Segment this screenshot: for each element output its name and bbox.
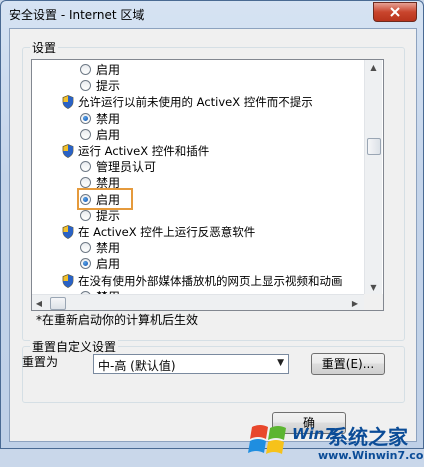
vertical-scroll-thumb[interactable]	[367, 138, 381, 155]
radio-button[interactable]	[80, 128, 91, 140]
radio-option-label: 提示	[96, 79, 121, 94]
scroll-corner	[364, 294, 383, 310]
close-icon	[390, 7, 400, 17]
radio-option-label: 禁用	[96, 111, 121, 126]
reset-level-value: 中-高 (默认值)	[98, 359, 176, 373]
title-bar[interactable]: 安全设置 - Internet 区域	[1, 1, 423, 27]
shield-icon	[62, 144, 74, 158]
radio-button[interactable]	[80, 258, 91, 270]
setting-category-label: 运行 ActiveX 控件和插件	[78, 144, 210, 158]
security-settings-dialog: 安全设置 - Internet 区域 设置 启用 提示 允许运行以前未使用的 Act…	[0, 0, 424, 462]
radio-button[interactable]	[80, 209, 91, 221]
close-button[interactable]	[373, 2, 417, 22]
settings-group-title: 设置	[30, 39, 59, 56]
radio-option-label: 启用	[96, 127, 121, 142]
radio-button[interactable]	[80, 64, 91, 75]
radio-option-label: 启用	[96, 63, 121, 77]
window-title: 安全设置 - Internet 区域	[9, 8, 145, 22]
radio-button[interactable]	[80, 242, 91, 254]
radio-button[interactable]	[80, 193, 91, 205]
radio-button[interactable]	[80, 177, 91, 189]
radio-option-label: 管理员认可	[96, 160, 157, 175]
radio-option-label: 禁用	[96, 241, 121, 256]
radio-button[interactable]	[80, 80, 91, 92]
shield-icon	[62, 95, 74, 110]
scroll-right-arrow-icon[interactable]: ▶	[348, 296, 362, 310]
radio-option-label: 启用	[96, 257, 121, 272]
reset-to-label: 重置为	[22, 355, 59, 369]
settings-tree: 启用 提示 允许运行以前未使用的 ActiveX 控件而不提示 禁用 启用 运行 Acti…	[31, 59, 384, 311]
dropdown-arrow-icon: ▼	[277, 358, 284, 368]
restart-note: *在重新启动你的计算机后生效	[36, 313, 199, 327]
shield-icon	[62, 273, 74, 288]
radio-option-label: 禁用	[96, 176, 121, 191]
radio-option-label: 启用	[96, 192, 121, 207]
watermark-url: www.Winwin7.com	[318, 449, 424, 462]
setting-category-label: 在 ActiveX 控件上运行反恶意软件	[78, 225, 256, 239]
radio-option-label: 提示	[96, 208, 121, 223]
setting-category-label: 允许运行以前未使用的 ActiveX 控件而不提示	[78, 95, 313, 110]
shield-icon	[62, 225, 74, 239]
settings-list: 启用 提示 允许运行以前未使用的 ActiveX 控件而不提示 禁用 启用 运行 Acti…	[32, 60, 364, 294]
scroll-down-arrow-icon[interactable]: ▼	[365, 280, 382, 294]
scroll-left-arrow-icon[interactable]: ◀	[32, 296, 46, 310]
windows-logo-icon	[248, 425, 286, 454]
horizontal-scrollbar[interactable]: ◀ ▶	[32, 294, 364, 310]
radio-button[interactable]	[80, 112, 91, 124]
dialog-body: 设置 启用 提示 允许运行以前未使用的 ActiveX 控件而不提示 禁用 启用 运行 A…	[9, 28, 424, 462]
site-watermark: Win7 系统之家 www.Winwin7.com	[248, 417, 424, 467]
setting-category-label: 在没有使用外部媒体播放机的网页上显示视频和动画	[78, 273, 343, 288]
scroll-up-arrow-icon[interactable]: ▲	[365, 60, 382, 74]
radio-button[interactable]	[80, 161, 91, 173]
horizontal-scroll-thumb[interactable]	[50, 297, 66, 310]
watermark-brand: 系统之家	[328, 425, 408, 449]
reset-button[interactable]: 重置(E)...	[311, 353, 385, 375]
vertical-scrollbar[interactable]: ▲ ▼	[364, 60, 382, 294]
reset-level-select[interactable]: 中-高 (默认值) ▼	[93, 354, 289, 374]
